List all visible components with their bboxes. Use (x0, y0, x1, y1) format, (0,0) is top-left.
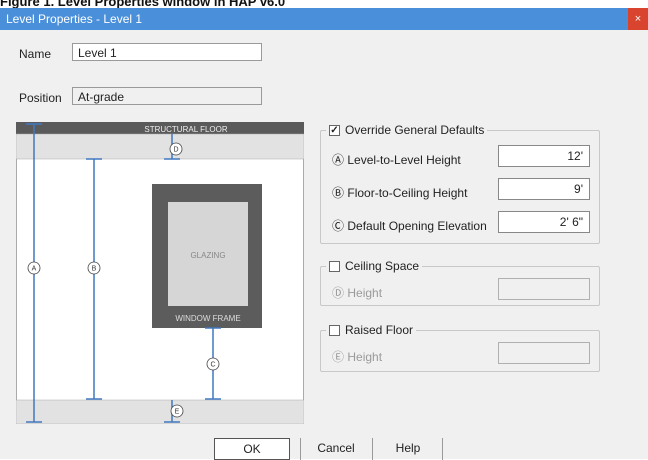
raised-floor-label: Raised Floor (345, 323, 414, 337)
symbol-a-icon: Ⓐ (332, 153, 345, 167)
ceiling-space-label: Ceiling Space (345, 259, 420, 273)
ceiling-height-label: Ⓓ Height (332, 286, 383, 300)
raised-floor-checkbox[interactable] (329, 325, 340, 336)
override-label: Override General Defaults (345, 123, 485, 137)
window-frame-label: WINDOW FRAME (175, 314, 240, 323)
structural-floor-label: STRUCTURAL FLOOR (144, 125, 227, 134)
raised-floor-legend: Raised Floor (326, 323, 417, 337)
ceiling-height-input[interactable] (498, 278, 590, 300)
position-field[interactable]: At-grade (72, 87, 262, 105)
symbol-d-icon: Ⓓ (332, 286, 345, 300)
marker-e-letter: E (175, 409, 180, 416)
ceiling-space-band (16, 133, 304, 160)
ok-button[interactable]: OK (214, 438, 290, 460)
button-separator (300, 438, 301, 460)
override-checkbox[interactable]: ✓ (329, 125, 340, 136)
button-separator (372, 438, 373, 460)
raised-floor-band (16, 399, 304, 424)
marker-b-letter: B (92, 266, 97, 273)
opening-elevation-input[interactable]: 2' 6" (498, 211, 590, 233)
raised-height-label: Ⓔ Height (332, 350, 383, 364)
floor-to-ceiling-input[interactable]: 9' (498, 178, 590, 200)
position-label: Position (19, 91, 62, 105)
button-separator (442, 438, 443, 460)
level-diagram: STRUCTURAL FLOOR GLAZING WINDOW FRAME A … (16, 122, 304, 424)
marker-c-letter: C (210, 362, 215, 369)
help-button[interactable]: Help (378, 438, 438, 460)
raised-height-input[interactable] (498, 342, 590, 364)
close-button[interactable]: × (628, 8, 648, 30)
name-label: Name (19, 47, 52, 61)
glazing-label: GLAZING (190, 251, 225, 260)
floor-to-ceiling-label: Ⓑ Floor-to-Ceiling Height (332, 186, 468, 200)
marker-d-letter: D (173, 147, 178, 154)
symbol-e-icon: Ⓔ (332, 350, 345, 364)
override-legend: ✓ Override General Defaults (326, 123, 488, 137)
level-to-level-label: Ⓐ Level-to-Level Height (332, 153, 461, 167)
window-title: Level Properties - Level 1 (6, 12, 143, 26)
marker-a-letter: A (32, 266, 37, 273)
name-field[interactable]: Level 1 (72, 43, 262, 61)
level-to-level-input[interactable]: 12' (498, 145, 590, 167)
ceiling-space-legend: Ceiling Space (326, 259, 423, 273)
cancel-button[interactable]: Cancel (304, 438, 368, 460)
symbol-c-icon: Ⓒ (332, 219, 345, 233)
opening-elevation-label: Ⓒ Default Opening Elevation (332, 219, 487, 233)
ceiling-space-checkbox[interactable] (329, 261, 340, 272)
symbol-b-icon: Ⓑ (332, 186, 345, 200)
